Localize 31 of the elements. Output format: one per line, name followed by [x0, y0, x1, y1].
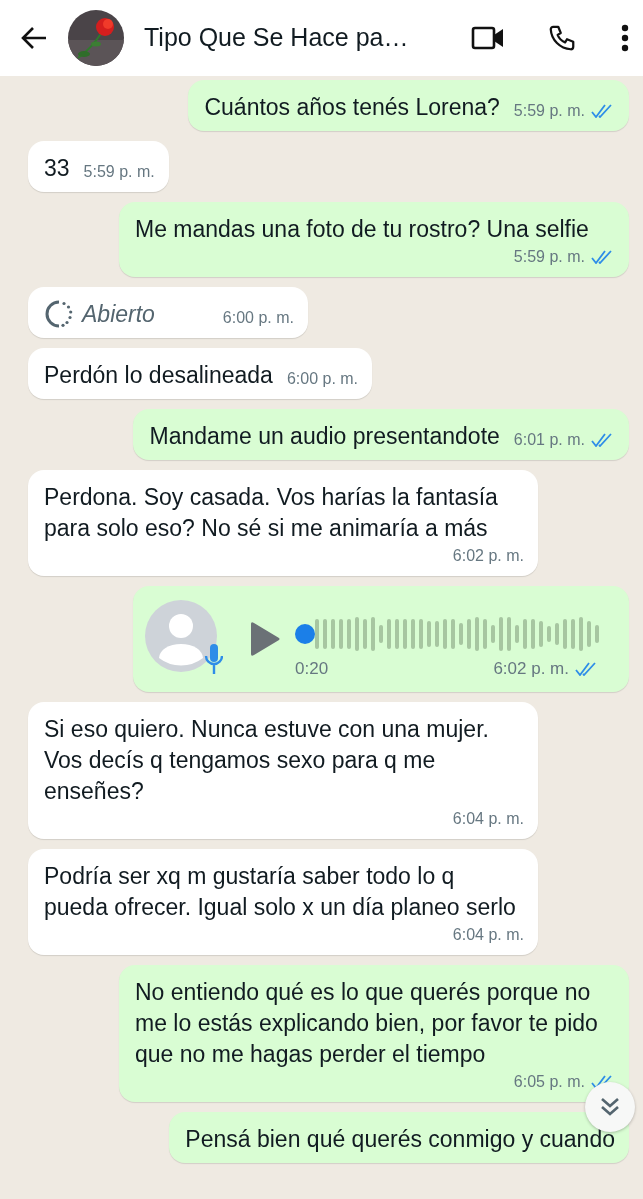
- message-time: 6:00 p. m.: [222, 308, 294, 328]
- message-time: 6:04 p. m.: [452, 924, 524, 945]
- message-time: 6:05 p. m.: [513, 1071, 585, 1092]
- message-text: Si eso quiero. Nunca estuve con una mujer. Vos decís q tengamos sexo para q me enseñes?: [44, 714, 490, 806]
- view-once-label: Abierto: [82, 300, 155, 329]
- message-time: 6:02 p. m.: [452, 546, 524, 566]
- phone-icon[interactable]: [547, 23, 577, 53]
- message-text: Podría ser xq m gustaría saber todo lo q pueda ofrecer. Igual solo x un día planeo serlo: [44, 861, 517, 922]
- message-text: No entiendo qué es lo que querés porque no me lo estás explicando bien, por favor te pido que no me hagas perder el tiempo: [135, 977, 599, 1069]
- message-time: 6:02 p. m.: [493, 658, 569, 680]
- message-time: 5:59 p. m.: [513, 101, 585, 121]
- message-time: 6:01 p. m.: [513, 430, 585, 450]
- message-text: 33: [44, 154, 70, 183]
- back-icon[interactable]: [20, 26, 48, 50]
- message-text: Perdón lo desalineada: [44, 361, 273, 390]
- message-time: 6:00 p. m.: [286, 369, 359, 389]
- playback-thumb[interactable]: [295, 624, 315, 644]
- video-call-icon[interactable]: [471, 25, 505, 51]
- message-time: 6:04 p. m.: [452, 808, 524, 829]
- message-text: Pensá bien qué querés conmigo y cuando: [185, 1124, 615, 1154]
- audio-duration: 0:20: [295, 658, 329, 680]
- view-once-icon: [44, 298, 74, 329]
- message-time: 5:59 p. m.: [513, 247, 585, 267]
- message-text: Me mandas una foto de tu rostro? Una selfie: [135, 215, 589, 244]
- message-text: Cuántos años tenés Lorena?: [204, 93, 500, 122]
- message-time: 5:59 p. m.: [83, 162, 155, 182]
- message-text: Perdona. Soy casada. Vos harías la fantasía para solo eso? No sé si me animaría a más: [44, 483, 499, 543]
- double-chevron-down-icon: [599, 1095, 621, 1118]
- message-text: Mandame un audio presentandote: [149, 422, 500, 451]
- play-icon[interactable]: [249, 620, 281, 657]
- menu-icon[interactable]: [621, 24, 629, 52]
